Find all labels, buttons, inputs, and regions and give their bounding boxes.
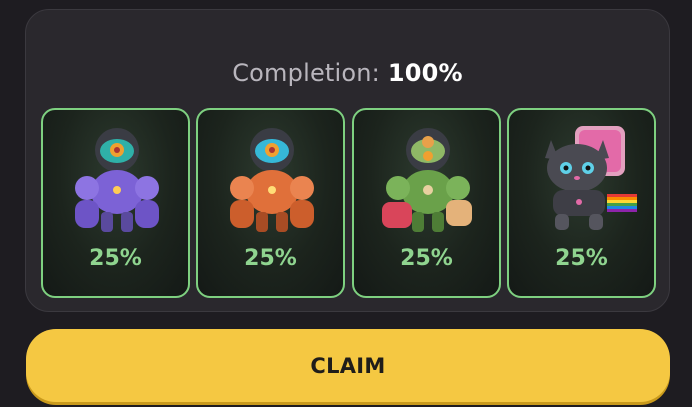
purple-robot-icon	[75, 128, 159, 232]
completion-status: Completion: 100%	[26, 59, 669, 87]
green-robot-icon	[382, 128, 472, 232]
claim-button[interactable]: CLAIM	[26, 329, 670, 402]
card-percent: 25%	[244, 246, 297, 271]
card-percent: 25%	[89, 246, 142, 271]
card-robot-cat[interactable]: 25%	[507, 108, 656, 298]
card-percent: 25%	[400, 246, 453, 271]
completion-value: 100%	[387, 59, 463, 87]
card-percent: 25%	[555, 246, 608, 271]
card-green-robot[interactable]: 25%	[352, 108, 501, 298]
card-orange-robot[interactable]: 25%	[196, 108, 345, 298]
robot-cat-icon	[545, 126, 637, 230]
orange-robot-icon	[230, 128, 314, 232]
completion-label: Completion:	[232, 59, 380, 87]
card-purple-robot[interactable]: 25%	[41, 108, 190, 298]
